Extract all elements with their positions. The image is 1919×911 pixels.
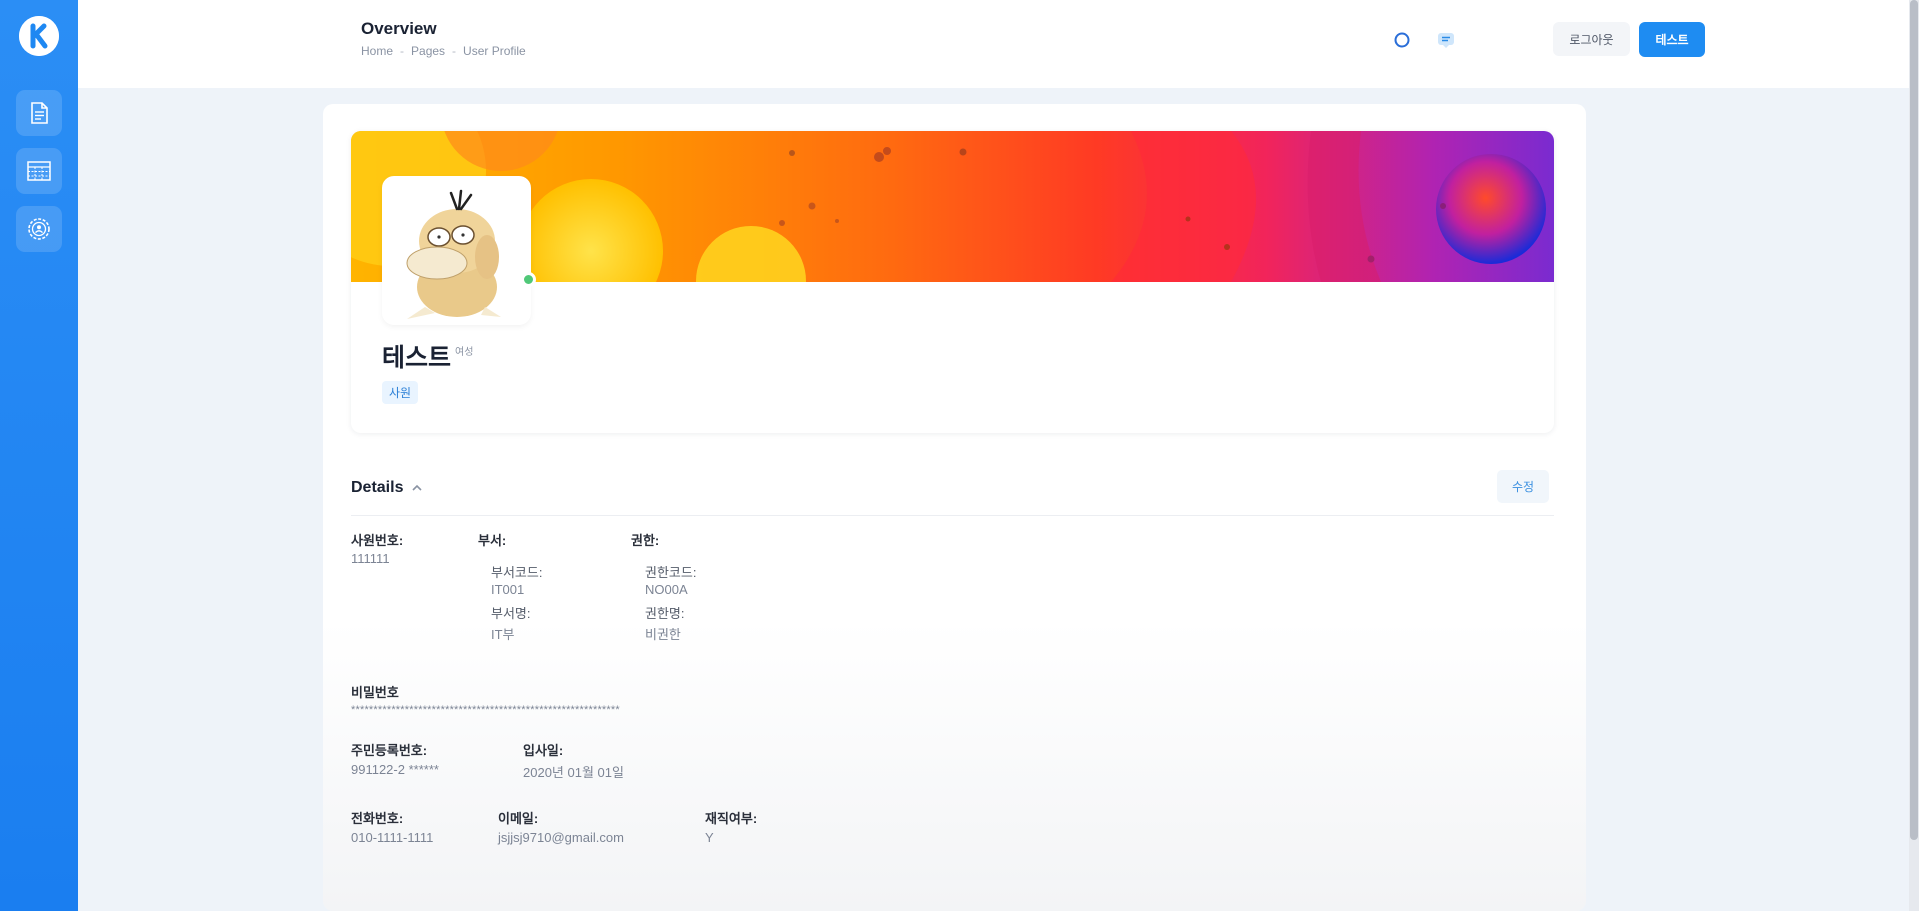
dept-name-value: IT부 (491, 627, 515, 642)
dept-label: 부서: (478, 533, 507, 548)
profile-panel: 테스트 여성 사원 Details 수정 사원번호: 111111 부서: 부서… (323, 104, 1586, 911)
avatar[interactable] (382, 176, 531, 325)
logout-button[interactable]: 로그아웃 (1553, 22, 1630, 56)
email-value: jsjjsj9710@gmail.com (498, 830, 624, 845)
dept-code-value: IT001 (491, 582, 525, 597)
sidebar (0, 0, 78, 911)
chat-icon[interactable] (1435, 29, 1457, 51)
join-date-label: 입사일: (523, 743, 564, 758)
banner-artwork (351, 131, 1546, 282)
role-badge: 사원 (382, 381, 419, 404)
phone-value: 010-1111-1111 (351, 830, 434, 845)
breadcrumb-separator: - (400, 44, 405, 58)
page-title: Overview (361, 19, 437, 38)
employee-no-label: 사원번호: (351, 533, 404, 548)
sidebar-item-tables[interactable] (16, 148, 62, 194)
breadcrumb: Home - Pages - User Profile (361, 44, 526, 58)
resident-no-label: 주민등록번호: (351, 743, 428, 758)
profile-name: 테스트 (382, 344, 452, 372)
password-value: ****************************************… (351, 704, 620, 716)
top-header: Overview Home - Pages - User Profile 로그아… (78, 0, 1909, 88)
scrollbar-thumb[interactable] (1910, 0, 1918, 840)
resident-no-value: 991122-2 ****** (351, 762, 439, 777)
table-icon (27, 161, 51, 181)
profile-banner (351, 131, 1554, 282)
details-header: Details 수정 (351, 470, 1554, 516)
details-title: Details (351, 479, 404, 496)
auth-label: 권한: (631, 533, 660, 548)
employment-status-label: 재직여부: (705, 811, 758, 826)
profile-gender: 여성 (455, 347, 474, 358)
breadcrumb-user-profile: User Profile (463, 44, 526, 58)
k-logo-icon (19, 16, 59, 56)
edit-button[interactable]: 수정 (1497, 470, 1549, 503)
employment-status-value: Y (705, 830, 714, 845)
breadcrumb-pages[interactable]: Pages (411, 44, 445, 58)
join-date-value: 2020년 01월 01일 (523, 765, 624, 780)
user-menu-button[interactable]: 테스트 (1639, 22, 1705, 57)
profile-card: 테스트 여성 사원 (351, 131, 1554, 433)
phone-label: 전화번호: (351, 811, 404, 826)
app-logo[interactable] (19, 16, 59, 56)
document-icon (31, 102, 48, 124)
auth-name-label: 권한명: (645, 606, 685, 621)
auth-code-value: NO00A (645, 582, 688, 597)
auth-name-value: 비권한 (645, 627, 681, 642)
chevron-up-icon (412, 484, 423, 491)
details-toggle[interactable]: Details (351, 479, 423, 497)
breadcrumb-home[interactable]: Home (361, 44, 393, 58)
employee-no-value: 111111 (351, 551, 390, 566)
auth-code-label: 권한코드: (645, 565, 697, 580)
email-label: 이메일: (498, 811, 539, 826)
online-status-indicator (521, 272, 536, 287)
duck-avatar-image (406, 189, 501, 319)
password-label: 비밀번호 (351, 685, 399, 700)
search-icon[interactable] (1391, 29, 1413, 51)
page-scrollbar[interactable] (1909, 0, 1919, 911)
sidebar-item-account[interactable] (16, 206, 62, 252)
dept-code-label: 부서코드: (491, 565, 543, 580)
dept-name-label: 부서명: (491, 606, 531, 621)
sidebar-item-documents[interactable] (16, 90, 62, 136)
settings-user-icon (28, 218, 50, 240)
breadcrumb-separator: - (452, 44, 457, 58)
